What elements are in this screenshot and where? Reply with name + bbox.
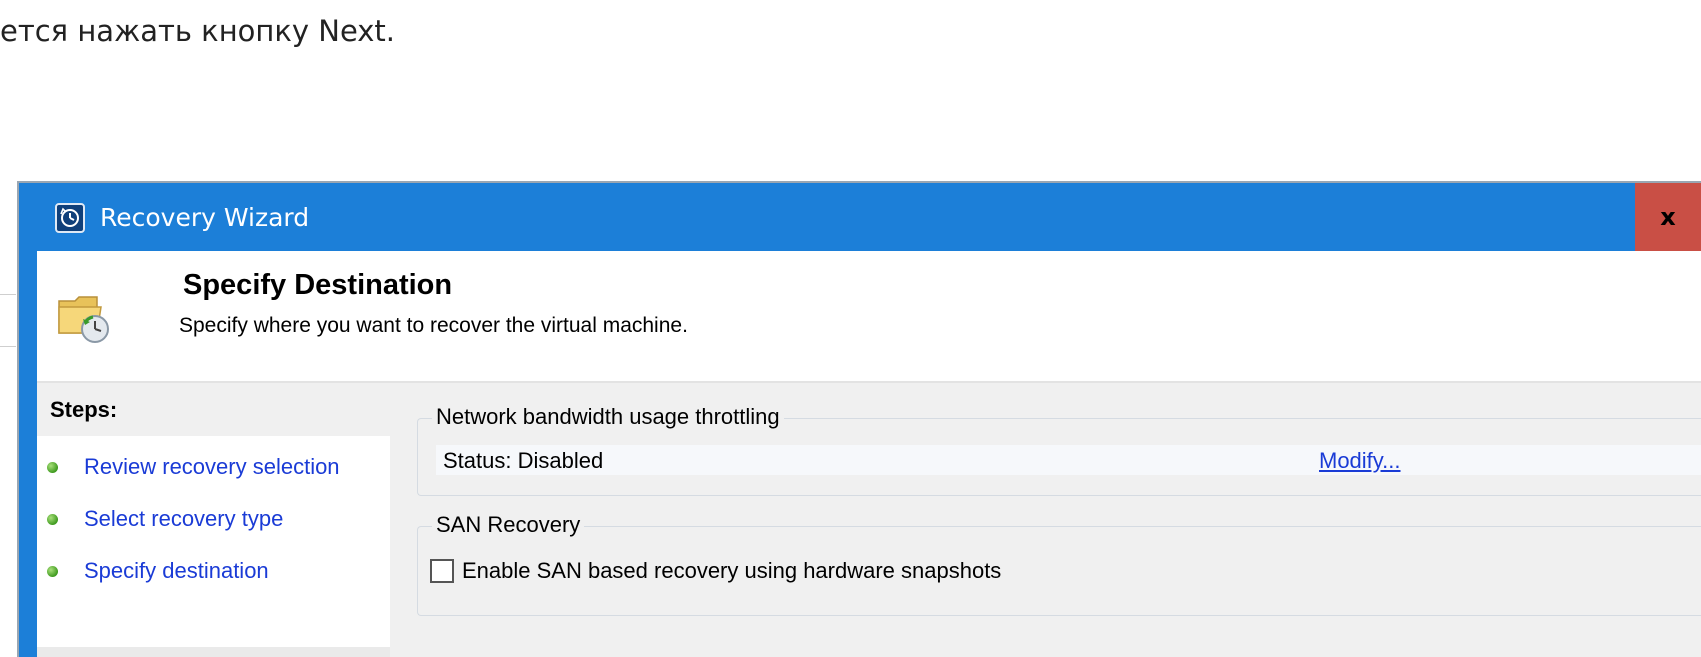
san-group-label: SAN Recovery: [432, 512, 585, 538]
step-label: Select recovery type: [84, 506, 284, 531]
throttling-status-row: Status: Disabled Modify...: [436, 445, 1701, 475]
steps-heading: Steps:: [37, 383, 390, 436]
recovery-wizard-window: Recovery Wizard x Specify Destination Sp…: [17, 181, 1701, 657]
title-bar[interactable]: Recovery Wizard x: [19, 183, 1701, 251]
green-dot-icon: [47, 566, 58, 577]
san-recovery-checkbox-label[interactable]: Enable SAN based recovery using hardware…: [462, 558, 1001, 584]
green-dot-icon: [47, 514, 58, 525]
next-step-highlight: [37, 647, 390, 657]
wizard-header: Specify Destination Specify where you wa…: [37, 251, 1701, 383]
green-dot-icon: [47, 462, 58, 473]
background-line: [0, 346, 16, 347]
close-button[interactable]: x: [1635, 183, 1701, 251]
page-subtitle: Specify where you want to recover the vi…: [179, 314, 688, 337]
modify-link[interactable]: Modify...: [1319, 448, 1401, 474]
wizard-client-area: Specify Destination Specify where you wa…: [37, 251, 1701, 657]
step-select-recovery-type[interactable]: Select recovery type: [37, 499, 390, 539]
page-title: Specify Destination: [183, 269, 453, 301]
wizard-content: Network bandwidth usage throttling Statu…: [397, 383, 1701, 657]
background-line: [0, 294, 16, 295]
throttling-group: Network bandwidth usage throttling Statu…: [417, 404, 1701, 496]
step-label: Review recovery selection: [84, 454, 340, 479]
panel-divider: [390, 383, 396, 657]
clock-app-icon: [55, 203, 85, 233]
step-label: Specify destination: [84, 558, 269, 583]
folder-restore-icon: [57, 287, 117, 347]
throttling-status: Status: Disabled: [443, 448, 604, 473]
san-recovery-checkbox[interactable]: [430, 559, 454, 583]
steps-panel: Steps: Review recovery selection Select …: [37, 383, 390, 657]
window-title: Recovery Wizard: [100, 203, 310, 232]
throttling-group-label: Network bandwidth usage throttling: [432, 404, 784, 430]
article-text: ется нажать кнопку Next.: [0, 14, 396, 48]
san-recovery-group: SAN Recovery Enable SAN based recovery u…: [417, 512, 1701, 616]
step-specify-destination[interactable]: Specify destination: [37, 551, 390, 591]
step-review-recovery-selection[interactable]: Review recovery selection: [37, 447, 390, 487]
steps-heading-label: Steps:: [50, 397, 118, 422]
